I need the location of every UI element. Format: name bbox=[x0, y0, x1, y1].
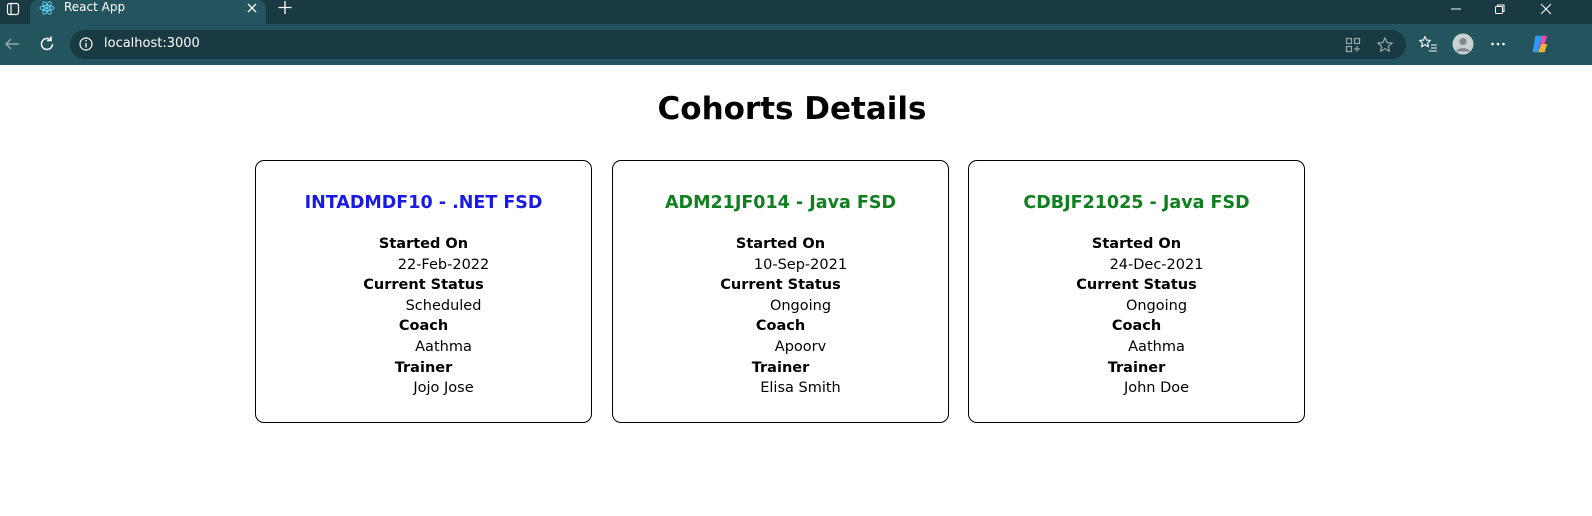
coach-label: Coach bbox=[755, 318, 806, 335]
tab-actions-icon[interactable] bbox=[3, 0, 23, 18]
address-bar[interactable]: localhost:3000 bbox=[70, 30, 1406, 59]
trainer-label: Trainer bbox=[1107, 359, 1166, 376]
started-on-value: 10-Sep-2021 bbox=[753, 256, 848, 273]
cohort-title: CDBJF21025 - Java FSD bbox=[1023, 193, 1250, 213]
browser-toolbar: localhost:3000 bbox=[0, 24, 1592, 65]
current-status-label: Current Status bbox=[1076, 277, 1197, 294]
current-status-label: Current Status bbox=[363, 277, 484, 294]
cohort-details: Started On 22-Feb-2022 Current Status Sc… bbox=[256, 234, 591, 399]
profile-avatar-icon[interactable] bbox=[1452, 33, 1474, 55]
more-options-icon[interactable] bbox=[1487, 33, 1509, 55]
started-on-label: Started On bbox=[378, 236, 469, 252]
current-status-value: Ongoing bbox=[769, 297, 832, 314]
coach-label: Coach bbox=[398, 318, 449, 335]
url-text[interactable]: localhost:3000 bbox=[104, 36, 200, 52]
trainer-value: Elisa Smith bbox=[760, 380, 841, 397]
page-title: Cohorts Details bbox=[657, 91, 927, 127]
browser-tab[interactable]: React App bbox=[30, 0, 266, 24]
started-on-label: Started On bbox=[1091, 236, 1182, 252]
close-tab-icon[interactable] bbox=[245, 1, 259, 15]
minimize-icon[interactable] bbox=[1441, 0, 1471, 18]
cohort-card: ADM21JF014 - Java FSD Started On 10-Sep-… bbox=[612, 160, 949, 423]
app-available-icon[interactable] bbox=[1344, 36, 1362, 54]
cohort-title: INTADMDF10 - .NET FSD bbox=[304, 193, 543, 213]
trainer-label: Trainer bbox=[394, 359, 453, 376]
trainer-value: John Doe bbox=[1123, 380, 1190, 397]
current-status-value: Scheduled bbox=[405, 297, 482, 314]
refresh-icon[interactable] bbox=[36, 33, 58, 55]
started-on-label: Started On bbox=[735, 236, 826, 252]
tab-strip: React App bbox=[0, 0, 1592, 24]
started-on-value: 22-Feb-2022 bbox=[397, 256, 490, 273]
tab-title: React App bbox=[64, 0, 126, 14]
cohort-details: Started On 24-Dec-2021 Current Status On… bbox=[969, 234, 1304, 399]
cohort-card: INTADMDF10 - .NET FSD Started On 22-Feb-… bbox=[255, 160, 592, 423]
favorites-list-icon[interactable] bbox=[1417, 33, 1439, 55]
coach-value: Aathma bbox=[1128, 338, 1185, 355]
trainer-value: Jojo Jose bbox=[413, 380, 474, 397]
current-status-value: Ongoing bbox=[1125, 297, 1188, 314]
favorite-star-icon[interactable] bbox=[1376, 36, 1394, 54]
new-tab-icon[interactable] bbox=[276, 0, 294, 16]
react-logo-icon bbox=[39, 0, 55, 16]
close-window-icon[interactable] bbox=[1531, 0, 1561, 18]
cohort-card: CDBJF21025 - Java FSD Started On 24-Dec-… bbox=[968, 160, 1305, 423]
coach-label: Coach bbox=[1111, 318, 1162, 335]
cohort-title: ADM21JF014 - Java FSD bbox=[665, 193, 896, 213]
current-status-label: Current Status bbox=[720, 277, 841, 294]
cohort-details: Started On 10-Sep-2021 Current Status On… bbox=[613, 234, 948, 399]
coach-value: Aathma bbox=[415, 338, 472, 355]
coach-value: Apoorv bbox=[774, 338, 827, 355]
back-arrow-icon[interactable] bbox=[1, 33, 23, 55]
copilot-icon[interactable] bbox=[1529, 33, 1551, 55]
trainer-label: Trainer bbox=[751, 359, 810, 376]
restore-icon[interactable] bbox=[1485, 0, 1515, 18]
site-info-icon[interactable] bbox=[78, 36, 94, 52]
started-on-value: 24-Dec-2021 bbox=[1109, 256, 1204, 273]
